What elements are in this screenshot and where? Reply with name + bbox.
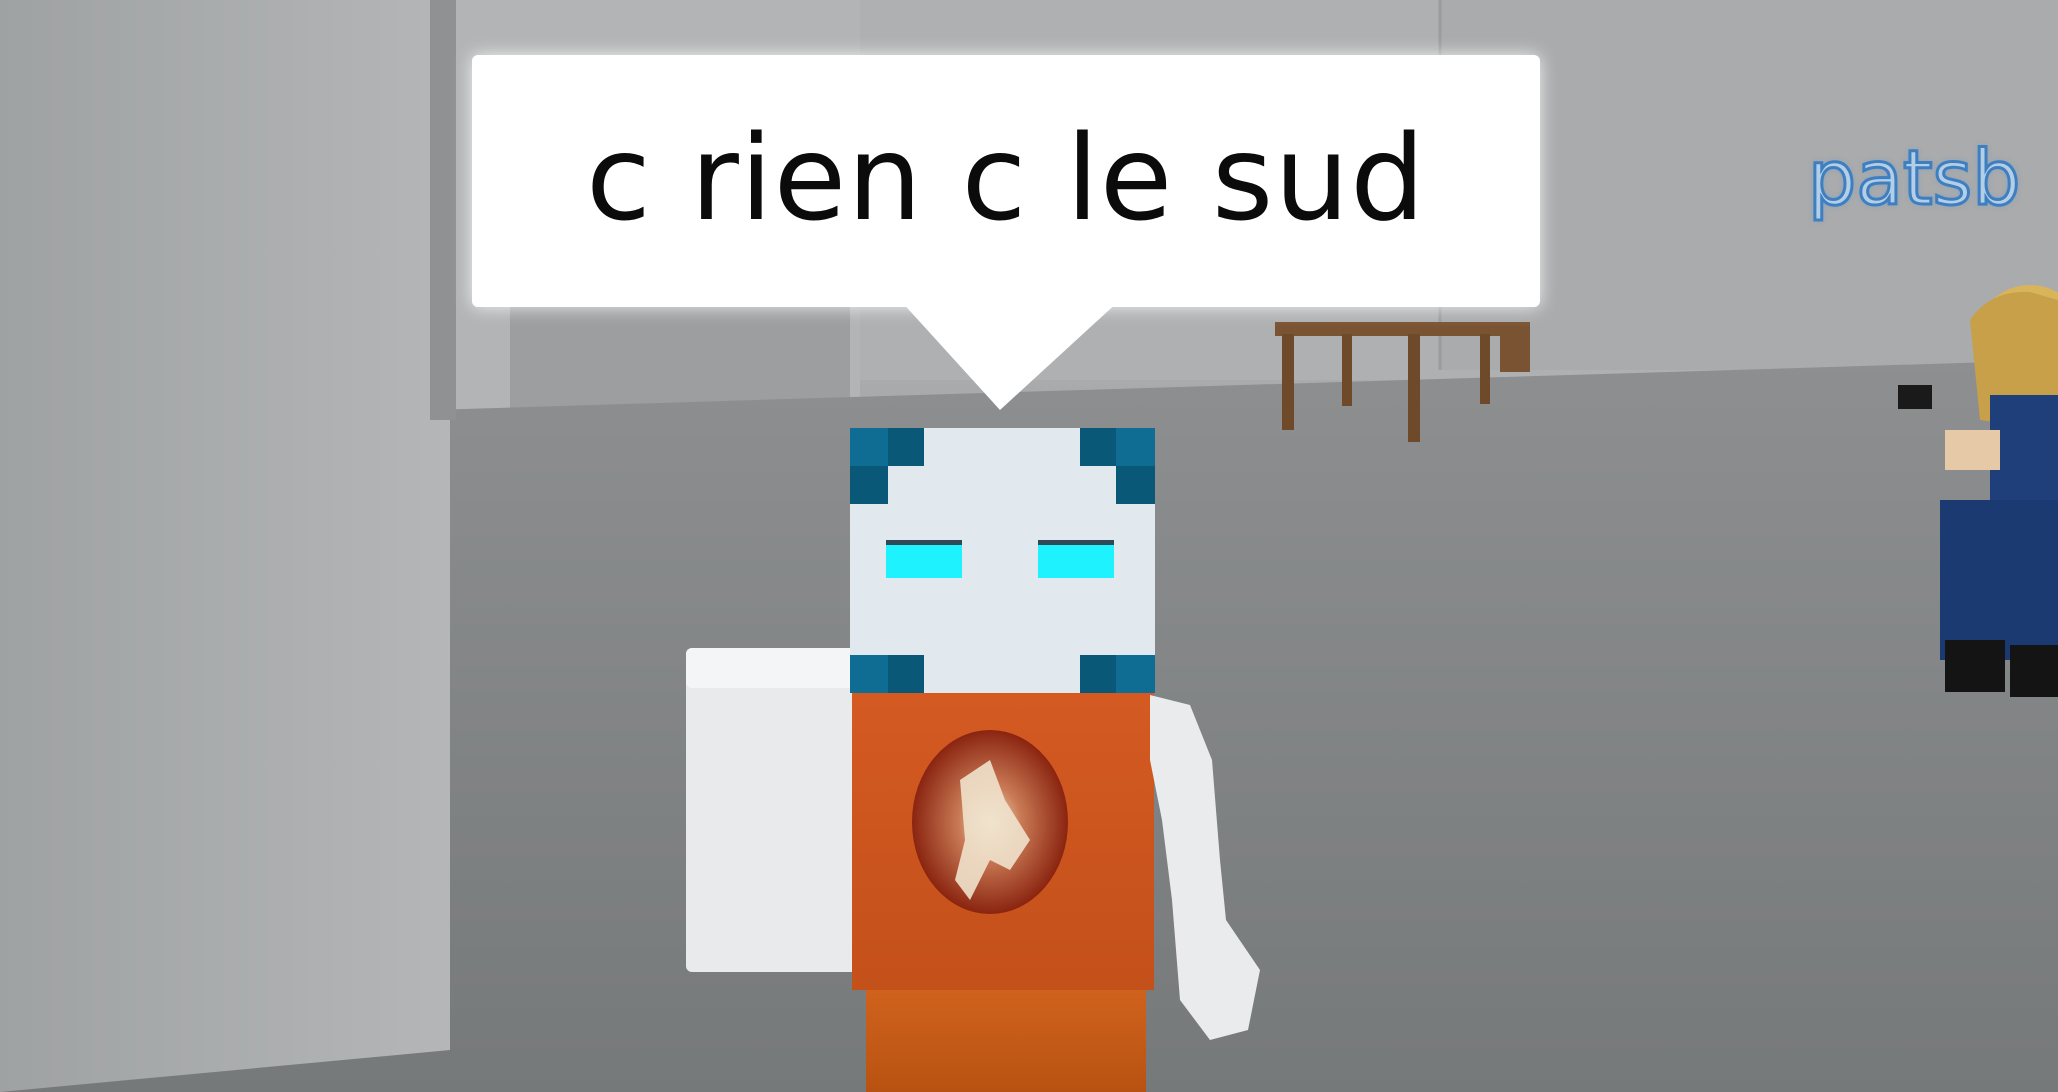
chat-bubble: c rien c le sud bbox=[472, 55, 1540, 307]
left-wall bbox=[0, 0, 450, 1092]
avatar-right-eye bbox=[1038, 540, 1114, 578]
game-viewport: c rien c le sud patsb bbox=[0, 0, 2058, 1092]
corridor-opening bbox=[510, 300, 850, 410]
avatar-head bbox=[850, 428, 1155, 693]
avatar-left-eye bbox=[886, 540, 962, 578]
shirt-logo bbox=[912, 730, 1068, 914]
chat-bubble-text: c rien c le sud bbox=[585, 109, 1427, 247]
player-nametag: patsb bbox=[1806, 133, 2021, 222]
